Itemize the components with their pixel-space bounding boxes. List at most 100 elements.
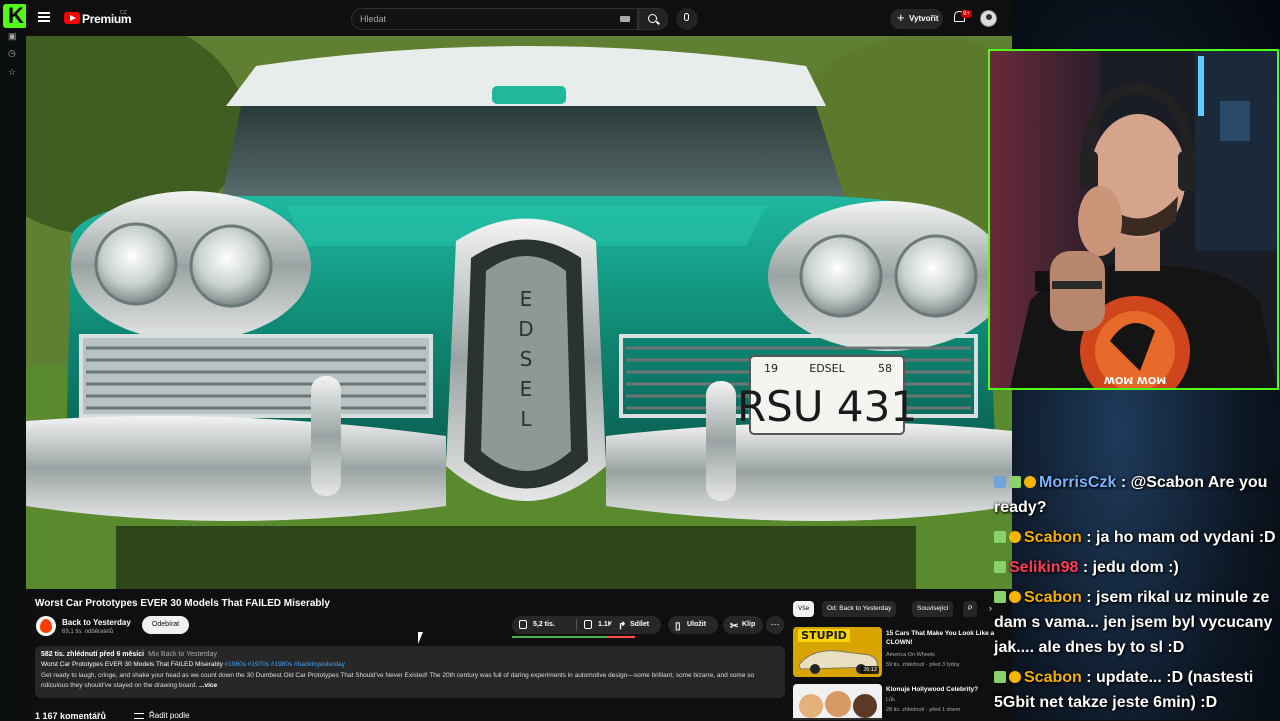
description-body: Get ready to laugh, cringe, and shake yo… [41,671,779,691]
shirt-text: MOW MOW [1104,374,1166,385]
description-box[interactable]: 582 tis. zhlédnutí před 6 měsíci Mix Back… [35,646,785,698]
plus-icon: + [897,10,905,25]
bookmark-icon: ▯ [675,621,681,632]
thumbs-down-icon[interactable] [584,620,592,629]
search-button[interactable] [638,8,668,30]
youtube-header: Premium CZ + Vytvořit 9+ [26,0,1012,36]
verified-badge-icon [994,476,1006,488]
channel-subscribers: 69,1 tis. odběratelů [62,629,114,635]
gift-badge-icon [994,671,1006,683]
video-player[interactable]: E D S E L 19 EDSEL 58 RSU 431 [26,36,1012,589]
plate-top-mid: EDSEL [809,362,845,375]
menu-icon[interactable] [38,12,50,22]
chat-message: MorrisCzk : @Scabon Are you ready? [994,470,1278,520]
svg-text:E: E [520,377,533,401]
home-icon[interactable]: ▣ [8,31,18,41]
recommendation-channel[interactable]: America On Wheels [886,652,935,658]
sort-by-button[interactable]: Řadit podle [149,711,189,720]
plate-number: RSU 431 [737,382,917,431]
chip-from-channel[interactable]: Od: Back to Yesterday [822,601,897,617]
search-input[interactable] [360,12,600,26]
description-meta: 582 tis. zhlédnutí před 6 měsíci Mix Back… [41,651,217,658]
recommendations-sidebar: Vše Od: Back to Yesterday Související P … [786,589,1012,720]
scissors-icon: ✂ [730,621,739,632]
sort-icon[interactable] [134,713,144,719]
chip-more[interactable]: P [963,601,978,617]
plate-top-left: 19 [764,362,778,375]
subscriber-badge-icon [1009,671,1021,683]
chat-message: Scabon : update... :D (nastesti 5Gbit ne… [994,665,1278,715]
search-box [351,8,638,30]
svg-text:D: D [518,317,533,341]
chip-all[interactable]: Vše [793,601,815,617]
star-icon[interactable]: ☆ [8,67,18,77]
voice-search-button[interactable] [676,8,698,30]
gift-badge-icon [1009,476,1021,488]
kick-sidebar: K ▣ ◷ ☆ [0,0,27,720]
region-code: CZ [120,10,127,16]
microphone-icon [684,13,689,21]
save-button[interactable]: ▯ Uložit [668,616,718,634]
recommendation-thumbnail[interactable]: STUPID 26:12 [793,627,882,677]
gift-badge-icon [994,561,1006,573]
thumbnail-art [793,684,882,720]
mouse-cursor-icon [418,632,423,644]
chat-message: Selikin98 : jedu dom :) [994,555,1278,580]
views-date: 582 tis. zhlédnutí před 6 měsíci [41,651,145,658]
clip-button[interactable]: ✂ Klip [723,616,763,634]
thumbnail-text: STUPID [801,629,847,642]
mix-link[interactable]: Mix Back to Yesterday [148,651,217,658]
chat-username[interactable]: MorrisCzk [1039,474,1116,491]
channel-name[interactable]: Back to Yesterday [62,618,131,627]
hashtags[interactable]: #1960s #1970s #1980s #backtoyesterday [225,661,345,668]
youtube-logo-icon[interactable] [64,12,80,24]
chat-username[interactable]: Selikin98 [1009,559,1078,576]
like-count[interactable]: 5,2 tis. [533,616,555,634]
chat-username[interactable]: Scabon [1024,529,1082,546]
chat-message: Scabon : jsem rikal uz minule ze dam s v… [994,585,1278,660]
share-label: Sdílet [630,621,650,628]
description-title: Worst Car Prototypes EVER 30 Models That… [41,661,223,668]
svg-text:L: L [520,407,532,431]
subscriber-badge-icon [1024,476,1036,488]
share-button[interactable]: ↱ Sdílet [611,616,661,634]
video-frame-edsel: E D S E L 19 EDSEL 58 RSU 431 [26,36,1012,589]
subscriber-badge-icon [1009,591,1021,603]
like-ratio-bar [512,636,608,638]
recommendation-title[interactable]: 15 Cars That Make You Look Like a CLOWN! [886,629,996,647]
show-more-link[interactable]: ...více [199,682,217,689]
video-duration: 26:12 [861,666,879,674]
streamer-webcam: MOW MOW [988,49,1279,390]
subscribe-button[interactable]: Odebírat [142,616,189,634]
more-actions-button[interactable]: ⋯ [766,616,784,634]
kick-logo[interactable]: K [3,4,27,28]
thumbs-up-icon[interactable] [519,620,527,629]
chat-message: Scabon : ja ho mam od vydani :D [994,525,1278,550]
clip-label: Klip [742,621,756,628]
plate-top-right: 58 [878,362,892,375]
share-icon: ↱ [618,621,627,632]
recommendation-channel[interactable]: Lůk [886,697,895,703]
chat-username[interactable]: Scabon [1024,589,1082,606]
stream-chat: MorrisCzk : @Scabon Are you ready? Scabo… [992,470,1280,720]
keyboard-icon[interactable] [620,16,630,22]
recommendation-meta: 59 tis. zhlédnutí · před 3 týdny [886,662,960,668]
chat-username[interactable]: Scabon [1024,669,1082,686]
chat-text: : ja ho mam od vydani :D [1086,529,1276,546]
account-avatar[interactable] [980,10,997,27]
gift-badge-icon [994,531,1006,543]
svg-text:S: S [520,347,533,371]
notification-badge: 9+ [961,10,972,18]
save-label: Uložit [687,621,707,628]
recommendation-title[interactable]: Klonuje Hollywood Celebrity? [886,685,996,694]
channel-avatar[interactable] [36,616,56,636]
recommendation-thumbnail[interactable] [793,684,882,720]
search-icon [648,14,657,23]
clock-icon[interactable]: ◷ [8,48,18,58]
kick-logo-letter: K [8,3,24,28]
chip-related[interactable]: Související [912,601,954,617]
video-title: Worst Car Prototypes EVER 30 Models That… [35,598,330,609]
chat-text: : jedu dom :) [1082,559,1179,576]
webcam-frame: MOW MOW [990,51,1277,388]
create-button[interactable]: + Vytvořit [890,9,943,29]
